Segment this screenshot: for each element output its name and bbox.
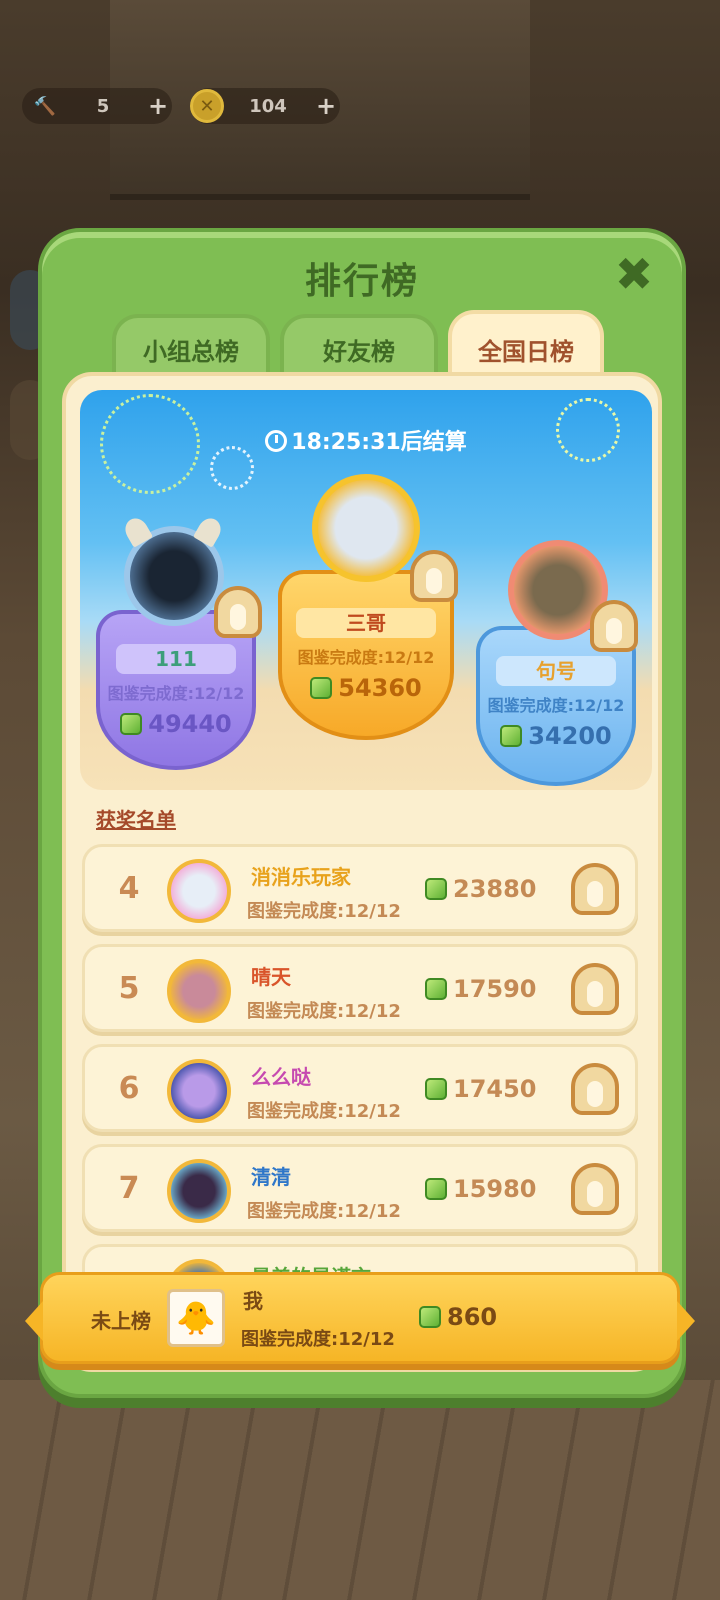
podium-second-name: 111 xyxy=(116,644,236,674)
gem-icon xyxy=(425,1078,447,1100)
panel-title: 排行榜 xyxy=(304,261,419,302)
ranking-row[interactable]: 5 晴天 图鉴完成度:12/12 17590 xyxy=(82,944,638,1032)
avatar xyxy=(167,859,231,923)
podium-second-completion: 图鉴完成度:12/12 xyxy=(107,684,245,703)
gem-icon xyxy=(425,878,447,900)
timer-text: 18:25:31后结算 xyxy=(291,430,467,455)
row-name: 晴天 xyxy=(251,965,291,989)
row-score-wrap: 15980 xyxy=(425,1175,537,1203)
row-rank: 4 xyxy=(118,871,140,906)
neck-pillow-icon xyxy=(571,863,619,915)
hammer-count: 5 xyxy=(96,95,110,117)
background-floor xyxy=(0,1380,720,1600)
podium-third-completion: 图鉴完成度:12/12 xyxy=(487,696,625,715)
neck-pillow-icon xyxy=(571,1163,619,1215)
leaderboard-content: 18:25:31后结算 111 图鉴完成度:12/12 49440 三哥 图鉴完… xyxy=(62,372,662,1372)
gem-icon xyxy=(425,978,447,1000)
podium-third-score-row: 34200 xyxy=(480,722,632,750)
my-rank-bar[interactable]: 未上榜 🐥 我 图鉴完成度:12/12 860 xyxy=(25,1272,695,1364)
ranking-row[interactable]: 4 消消乐玩家 图鉴完成度:12/12 23880 xyxy=(82,844,638,932)
avatar xyxy=(167,959,231,1023)
tab-group-total[interactable]: 小组总榜 xyxy=(112,314,270,380)
neck-pillow-icon xyxy=(410,550,458,602)
avatar xyxy=(167,1159,231,1223)
row-rank: 5 xyxy=(118,971,140,1006)
my-name: 我 xyxy=(243,1289,263,1313)
winners-list-link[interactable]: 获奖名单 xyxy=(96,804,176,833)
podium-second-score-row: 49440 xyxy=(100,710,252,738)
coin-count: 104 xyxy=(249,95,287,117)
row-score: 17450 xyxy=(453,1075,537,1103)
podium-first-score: 54360 xyxy=(338,674,422,702)
row-score: 17590 xyxy=(453,975,537,1003)
row-name: 清清 xyxy=(251,1165,291,1189)
row-name: 么么哒 xyxy=(251,1065,311,1089)
leaderboard-panel: 排行榜 ✖ 小组总榜 好友榜 全国日榜 18:25:31后结算 111 图鉴完成… xyxy=(38,228,686,1398)
hammer-icon: 🔨 xyxy=(33,95,57,117)
row-score: 23880 xyxy=(453,875,537,903)
ranking-row[interactable]: 6 么么哒 图鉴完成度:12/12 17450 xyxy=(82,1044,638,1132)
row-score-wrap: 23880 xyxy=(425,875,537,903)
my-score-wrap: 860 xyxy=(419,1303,497,1331)
gem-icon xyxy=(425,1178,447,1200)
row-score: 15980 xyxy=(453,1175,537,1203)
tab-friends[interactable]: 好友榜 xyxy=(280,314,438,380)
row-score-wrap: 17590 xyxy=(425,975,537,1003)
row-completion: 图鉴完成度:12/12 xyxy=(247,1101,401,1122)
row-completion: 图鉴完成度:12/12 xyxy=(247,1001,401,1022)
gem-icon xyxy=(310,677,333,699)
podium-second-score: 49440 xyxy=(148,710,232,738)
close-icon[interactable]: ✖ xyxy=(610,247,658,301)
neck-pillow-icon xyxy=(571,1063,619,1115)
gem-icon xyxy=(419,1306,441,1328)
clock-icon xyxy=(265,430,288,452)
hammer-resource: 🔨 5 + xyxy=(22,88,172,124)
avatar: 🐥 xyxy=(167,1289,225,1347)
row-name: 消消乐玩家 xyxy=(251,865,351,889)
coin-add-button[interactable]: + xyxy=(312,92,340,120)
gem-icon xyxy=(500,725,523,747)
podium-first-score-row: 54360 xyxy=(282,674,450,702)
podium-first-name: 三哥 xyxy=(296,608,436,638)
hammer-add-button[interactable]: + xyxy=(144,92,172,120)
row-rank: 6 xyxy=(118,1071,140,1106)
my-completion: 图鉴完成度:12/12 xyxy=(241,1329,395,1350)
neck-pillow-icon xyxy=(214,586,262,638)
podium-first-completion: 图鉴完成度:12/12 xyxy=(297,648,435,667)
podium-third-name: 句号 xyxy=(496,656,616,686)
avatar xyxy=(167,1059,231,1123)
gem-icon xyxy=(120,713,143,735)
my-rank-text: 未上榜 xyxy=(91,1309,151,1333)
row-rank: 7 xyxy=(118,1171,140,1206)
settlement-timer: 18:25:31后结算 xyxy=(80,424,652,456)
podium-scene: 18:25:31后结算 111 图鉴完成度:12/12 49440 三哥 图鉴完… xyxy=(80,390,652,790)
ranking-row[interactable]: 7 清清 图鉴完成度:12/12 15980 xyxy=(82,1144,638,1232)
podium-third-score: 34200 xyxy=(528,722,612,750)
neck-pillow-icon xyxy=(590,600,638,652)
row-score-wrap: 17450 xyxy=(425,1075,537,1103)
my-score: 860 xyxy=(447,1303,498,1331)
row-completion: 图鉴完成度:12/12 xyxy=(247,901,401,922)
coin-icon: ✕ xyxy=(190,89,224,123)
coin-resource: ✕ 104 + xyxy=(190,88,340,124)
podium-first-avatar[interactable] xyxy=(312,474,420,582)
neck-pillow-icon xyxy=(571,963,619,1015)
row-completion: 图鉴完成度:12/12 xyxy=(247,1201,401,1222)
